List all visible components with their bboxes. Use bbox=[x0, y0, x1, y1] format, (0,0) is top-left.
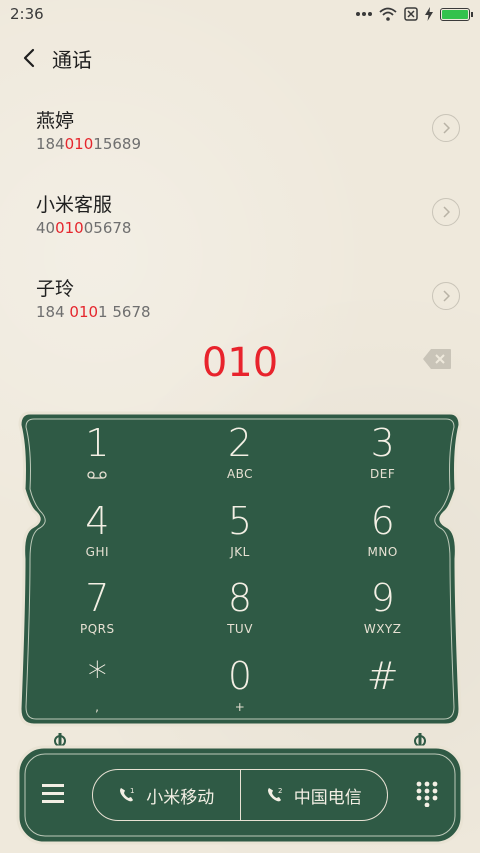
key-2[interactable]: 2 ABC bbox=[169, 415, 312, 493]
key-digit: 6 bbox=[370, 498, 395, 543]
call-action-panel: 1 小米移动 2 中国电信 bbox=[16, 733, 464, 847]
contact-detail-button[interactable] bbox=[432, 198, 460, 226]
status-time: 2:36 bbox=[10, 5, 44, 23]
number-match-highlight: 010 bbox=[69, 303, 99, 321]
key-0[interactable]: 0 + bbox=[169, 648, 312, 726]
phone-sim1-icon: 1 bbox=[120, 787, 135, 802]
number-prefix: 184 bbox=[36, 303, 70, 321]
more-dots-icon bbox=[356, 11, 372, 17]
key-letters: JKL bbox=[230, 544, 250, 559]
key-letters: WXYZ bbox=[363, 622, 402, 636]
chevron-right-icon bbox=[443, 206, 450, 218]
number-match-highlight: 010 bbox=[55, 219, 84, 237]
chevron-right-icon bbox=[443, 290, 450, 302]
key-letters: MNO bbox=[367, 544, 398, 559]
key-letters: , bbox=[95, 699, 100, 714]
sim1-label: 小米移动 bbox=[146, 787, 215, 808]
number-prefix: 40 bbox=[36, 219, 56, 237]
key-digit: 0 bbox=[227, 653, 253, 698]
backspace-button[interactable] bbox=[422, 348, 452, 370]
key-8[interactable]: 8 TUV bbox=[169, 570, 312, 648]
charging-icon bbox=[425, 7, 433, 21]
page-title: 通话 bbox=[52, 47, 92, 72]
key-digit: 4 bbox=[85, 498, 110, 543]
contact-number: 4001005678 bbox=[36, 219, 131, 237]
phone-sim2-icon: 2 bbox=[267, 787, 282, 802]
title-bar: 通话 bbox=[0, 36, 480, 80]
key-letters: DEF bbox=[370, 467, 396, 481]
dialpad-toggle-icon[interactable] bbox=[416, 781, 438, 808]
wifi-icon bbox=[379, 7, 397, 21]
number-suffix: 15689 bbox=[93, 135, 141, 153]
battery-icon bbox=[440, 7, 473, 21]
key-letters: + bbox=[234, 699, 246, 714]
key-digit: 3 bbox=[370, 421, 395, 465]
number-suffix: 1 5678 bbox=[98, 303, 151, 321]
key-digit: 7 bbox=[85, 576, 110, 620]
contact-number: 18401015689 bbox=[36, 135, 141, 153]
key-digit: 5 bbox=[227, 498, 253, 543]
key-letters: PQRS bbox=[80, 622, 115, 636]
contact-name: 子玲 bbox=[36, 278, 75, 300]
number-match-highlight: 010 bbox=[64, 135, 94, 153]
key-digit: 9 bbox=[370, 576, 395, 620]
voicemail-icon bbox=[87, 471, 107, 479]
key-3[interactable]: 3 DEF bbox=[311, 415, 454, 493]
contact-result-row[interactable]: 燕婷 18401015689 bbox=[0, 90, 480, 174]
key-letters: ABC bbox=[226, 467, 254, 481]
sim-call-buttons: 1 小米移动 2 中国电信 bbox=[92, 769, 388, 821]
keypad-grid: 1 2 ABC 3 DEF 4 GHI 5 JKL 6 MNO 7 PQRS 8 bbox=[26, 415, 454, 725]
contact-detail-button[interactable] bbox=[432, 282, 460, 310]
call-sim1-button[interactable]: 1 小米移动 bbox=[93, 770, 240, 820]
keypad-panel: 1 2 ABC 3 DEF 4 GHI 5 JKL 6 MNO 7 PQRS 8 bbox=[16, 409, 464, 731]
contact-number: 184 0101 5678 bbox=[36, 303, 151, 321]
chevron-left-icon bbox=[23, 48, 35, 68]
contact-result-row[interactable]: 子玲 184 0101 5678 bbox=[0, 258, 480, 342]
key-6[interactable]: 6 MNO bbox=[311, 493, 454, 571]
dialed-number-display: 010 bbox=[201, 340, 279, 386]
key-letters: TUV bbox=[227, 622, 253, 636]
key-digit: 8 bbox=[227, 576, 253, 620]
status-icons bbox=[356, 7, 473, 21]
chevron-right-icon bbox=[443, 122, 450, 134]
number-prefix: 184 bbox=[36, 135, 65, 153]
key-9[interactable]: 9 WXYZ bbox=[311, 570, 454, 648]
key-star[interactable]: * , bbox=[26, 648, 169, 726]
hamburger-menu-icon[interactable] bbox=[42, 783, 66, 803]
key-hash[interactable]: # bbox=[311, 648, 454, 726]
back-button[interactable] bbox=[14, 43, 44, 73]
key-digit: * bbox=[87, 653, 107, 698]
contact-result-row[interactable]: 小米客服 4001005678 bbox=[0, 174, 480, 258]
key-4[interactable]: 4 GHI bbox=[26, 493, 169, 571]
sim2-label: 中国电信 bbox=[293, 787, 362, 808]
no-sim-icon bbox=[404, 7, 418, 21]
status-bar: 2:36 bbox=[0, 0, 480, 28]
key-7[interactable]: 7 PQRS bbox=[26, 570, 169, 648]
key-5[interactable]: 5 JKL bbox=[169, 493, 312, 571]
key-digit: # bbox=[366, 653, 399, 698]
number-suffix: 05678 bbox=[83, 219, 132, 237]
call-sim2-button[interactable]: 2 中国电信 bbox=[239, 770, 388, 820]
svg-text:1: 1 bbox=[130, 787, 134, 795]
key-digit: 2 bbox=[227, 421, 253, 465]
key-letters: GHI bbox=[85, 544, 110, 559]
key-1[interactable]: 1 bbox=[26, 415, 169, 493]
svg-text:2: 2 bbox=[278, 787, 282, 795]
contact-name: 小米客服 bbox=[36, 194, 113, 216]
contact-name: 燕婷 bbox=[36, 110, 75, 132]
contact-detail-button[interactable] bbox=[432, 114, 460, 142]
contact-results-list: 燕婷 18401015689 小米客服 4001005678 子玲 184 01… bbox=[0, 90, 480, 342]
key-digit: 1 bbox=[85, 421, 110, 465]
backspace-icon bbox=[423, 349, 451, 369]
